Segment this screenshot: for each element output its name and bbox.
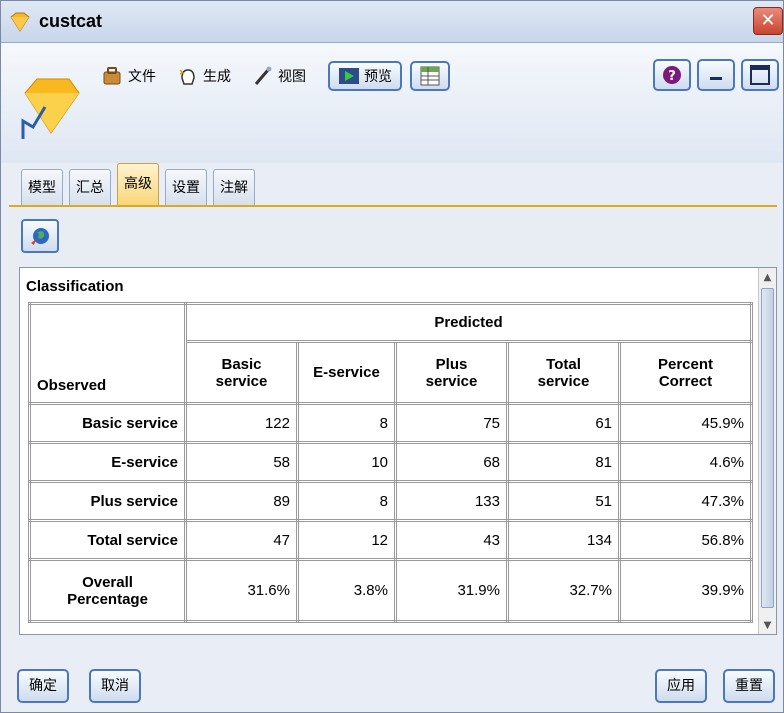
row-label: Basic service [28, 402, 187, 444]
table-cell: 81 [506, 441, 621, 483]
col-header: Total service [506, 340, 621, 405]
help-button[interactable]: ? [653, 59, 691, 91]
view-menu-label: 视图 [278, 69, 306, 85]
view-menu[interactable]: 视图 [253, 61, 306, 91]
table-cell: 134 [506, 519, 621, 561]
maximize-icon [750, 65, 770, 85]
table-grid-icon [420, 66, 440, 86]
model-nugget-icon [21, 78, 80, 139]
row-label: Plus service [28, 480, 187, 522]
advanced-panel: Classification Observed Predicted Basic … [9, 207, 777, 639]
row-label: E-service [28, 441, 187, 483]
col-header: Basic service [184, 340, 299, 405]
table-cell: 47.3% [618, 480, 753, 522]
model-diamond-icon [10, 12, 30, 32]
tab-settings[interactable]: 设置 [165, 169, 207, 205]
table-cell: 75 [394, 402, 509, 444]
globe-icon [31, 228, 49, 245]
table-cell: 8 [296, 480, 397, 522]
table-cell: 4.6% [618, 441, 753, 483]
predicted-header: Predicted [184, 302, 753, 343]
file-menu[interactable]: 文件 [101, 61, 156, 91]
dialog-window: custcat ✕ 文件 生成 视图 预览 ? 模型 汇总 高级 设置 注解 C… [0, 0, 784, 713]
preview-button[interactable]: 预览 [328, 61, 402, 91]
table-cell: 133 [394, 480, 509, 522]
table-row: E-service 58 10 68 81 4.6% [28, 441, 753, 483]
table-title: Classification [26, 278, 124, 295]
table-cell: 56.8% [618, 519, 753, 561]
minimize-icon [710, 77, 722, 80]
table-cell: 51 [506, 480, 621, 522]
title-bar: custcat ✕ [1, 1, 783, 43]
table-cell: 8 [296, 402, 397, 444]
tab-model[interactable]: 模型 [21, 169, 63, 205]
table-cell: 31.9% [394, 558, 509, 623]
table-cell: 68 [394, 441, 509, 483]
table-row: Plus service 89 8 133 51 47.3% [28, 480, 753, 522]
table-row: Total service 47 12 43 134 56.8% [28, 519, 753, 561]
scrollbar-thumb[interactable] [761, 288, 774, 608]
table-cell: 43 [394, 519, 509, 561]
help-icon: ? [663, 66, 681, 84]
window-controls: ? [653, 59, 779, 91]
table-cell: 10 [296, 441, 397, 483]
table-cell: 3.8% [296, 558, 397, 623]
table-cell: 32.7% [506, 558, 621, 623]
table-view-button[interactable] [410, 61, 450, 91]
col-header: Plus service [394, 340, 509, 405]
window-title: custcat [39, 11, 103, 31]
scroll-up-arrow-icon[interactable]: ▲ [759, 268, 776, 286]
ok-button[interactable]: 确定 [17, 669, 69, 703]
table-cell: 122 [184, 402, 299, 444]
vertical-scrollbar[interactable]: ▲ ▼ [758, 268, 776, 634]
table-cell: 45.9% [618, 402, 753, 444]
classification-table: Observed Predicted Basic service E-servi… [28, 302, 753, 623]
tab-strip: 模型 汇总 高级 设置 注解 [21, 163, 255, 205]
observed-header: Observed [28, 302, 187, 405]
scroll-down-arrow-icon[interactable]: ▼ [759, 616, 776, 634]
table-row: Basic service 122 8 75 61 45.9% [28, 402, 753, 444]
reset-button[interactable]: 重置 [723, 669, 775, 703]
close-button[interactable]: ✕ [753, 7, 783, 35]
file-menu-label: 文件 [128, 69, 156, 85]
preview-play-icon [339, 68, 359, 84]
tab-summary[interactable]: 汇总 [69, 169, 111, 205]
file-bag-icon [103, 67, 121, 85]
table-cell: 12 [296, 519, 397, 561]
table-cell: 58 [184, 441, 299, 483]
generate-hand-icon [179, 69, 195, 85]
preview-button-label: 预览 [364, 69, 392, 85]
table-cell: 47 [184, 519, 299, 561]
row-label: Total service [28, 519, 187, 561]
generate-menu-label: 生成 [203, 69, 231, 85]
tab-annotations[interactable]: 注解 [213, 169, 255, 205]
col-header: E-service [296, 340, 397, 405]
table-cell: 89 [184, 480, 299, 522]
output-viewer: Classification Observed Predicted Basic … [19, 267, 777, 635]
generate-menu[interactable]: 生成 [178, 61, 231, 91]
tab-advanced[interactable]: 高级 [117, 163, 159, 205]
table-row: Overall Percentage 31.6% 3.8% 31.9% 32.7… [28, 558, 753, 623]
svg-text:?: ? [668, 69, 676, 84]
minimize-button[interactable] [697, 59, 735, 91]
header-area: 文件 生成 视图 预览 ? [1, 43, 783, 163]
toolbar: 文件 生成 视图 预览 [101, 59, 458, 93]
view-wand-icon [254, 66, 272, 85]
table-cell: 61 [506, 402, 621, 444]
col-header: Percent Correct [618, 340, 753, 405]
apply-button[interactable]: 应用 [655, 669, 707, 703]
row-label: Overall Percentage [28, 558, 187, 623]
cancel-button[interactable]: 取消 [89, 669, 141, 703]
maximize-button[interactable] [741, 59, 779, 91]
table-cell: 39.9% [618, 558, 753, 623]
launch-browser-button[interactable] [21, 219, 59, 253]
table-cell: 31.6% [184, 558, 299, 623]
